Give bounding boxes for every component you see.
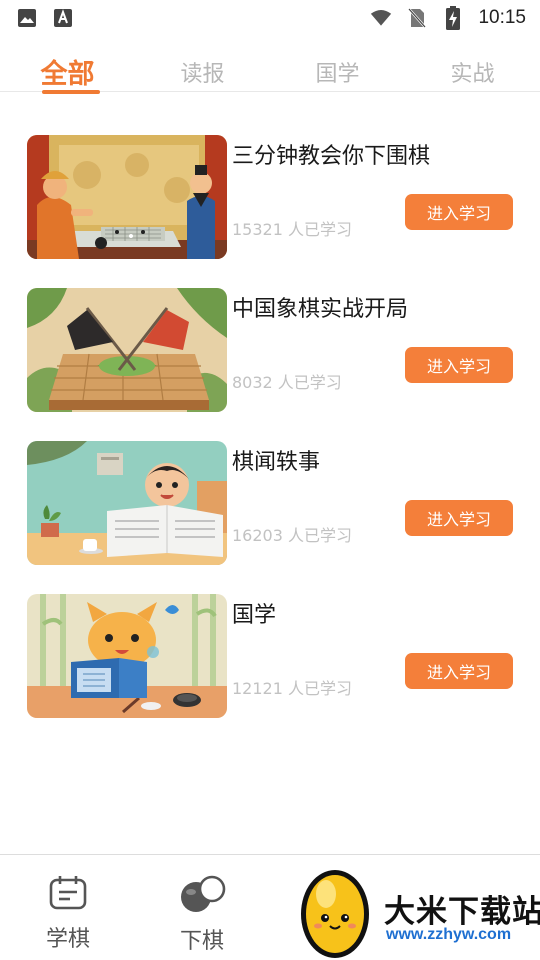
watermark-url: www.zzhyw.com	[386, 926, 512, 943]
learner-count: 12121 人已学习	[232, 679, 352, 698]
go-players-thumbnail[interactable]	[27, 135, 227, 259]
calendar-book-icon	[48, 875, 88, 915]
go-stones-icon	[178, 875, 226, 917]
status-bar: 10:15	[0, 0, 540, 36]
enter-study-button[interactable]: 进入学习	[405, 194, 513, 230]
watermark-title: 大米下载站	[384, 894, 540, 930]
course-card[interactable]: 三分钟教会你下围棋 15321 人已学习 进入学习	[0, 132, 540, 260]
enter-study-button[interactable]: 进入学习	[405, 653, 513, 689]
course-card[interactable]: 棋闻轶事 16203 人已学习 进入学习	[0, 438, 540, 566]
watermark: 大米下载站 www.zzhyw.com	[296, 864, 540, 960]
chess-flags-thumbnail[interactable]	[27, 288, 227, 412]
nav-item-learn[interactable]: 学棋	[28, 875, 108, 953]
course-card[interactable]: 中国象棋实战开局 8032 人已学习 进入学习	[0, 285, 540, 413]
a-keyboard-icon	[52, 7, 74, 29]
category-tabs: 全部 读报 国学 实战	[0, 46, 540, 94]
enter-study-button[interactable]: 进入学习	[405, 347, 513, 383]
status-left	[16, 7, 74, 29]
tab-all[interactable]: 全部	[0, 46, 135, 92]
cat-reading-thumbnail[interactable]	[27, 594, 227, 718]
wifi-icon	[370, 7, 392, 29]
rice-mascot-logo	[296, 864, 374, 960]
learner-count: 16203 人已学习	[232, 526, 352, 545]
enter-study-button[interactable]: 进入学习	[405, 500, 513, 536]
image-icon	[16, 7, 38, 29]
course-title: 三分钟教会你下围棋	[232, 144, 431, 169]
nav-label: 下棋	[179, 929, 224, 954]
status-right: 10:15	[370, 6, 526, 30]
tab-newspaper[interactable]: 读报	[135, 46, 270, 92]
learner-count: 8032 人已学习	[232, 373, 342, 392]
status-time: 10:15	[478, 7, 526, 28]
nav-item-play[interactable]: 下棋	[162, 875, 242, 955]
learner-count: 15321 人已学习	[232, 220, 352, 239]
no-sim-icon	[406, 7, 428, 29]
tab-guoxue[interactable]: 国学	[270, 46, 405, 92]
course-card[interactable]: 国学 12121 人已学习 进入学习	[0, 591, 540, 719]
tab-practice[interactable]: 实战	[405, 46, 540, 92]
nav-label: 学棋	[45, 927, 90, 952]
course-title: 国学	[232, 603, 277, 628]
course-title: 棋闻轶事	[232, 450, 321, 475]
boy-newspaper-thumbnail[interactable]	[27, 441, 227, 565]
active-tab-indicator	[42, 90, 100, 94]
course-title: 中国象棋实战开局	[232, 297, 409, 322]
battery-charging-icon	[442, 6, 464, 30]
